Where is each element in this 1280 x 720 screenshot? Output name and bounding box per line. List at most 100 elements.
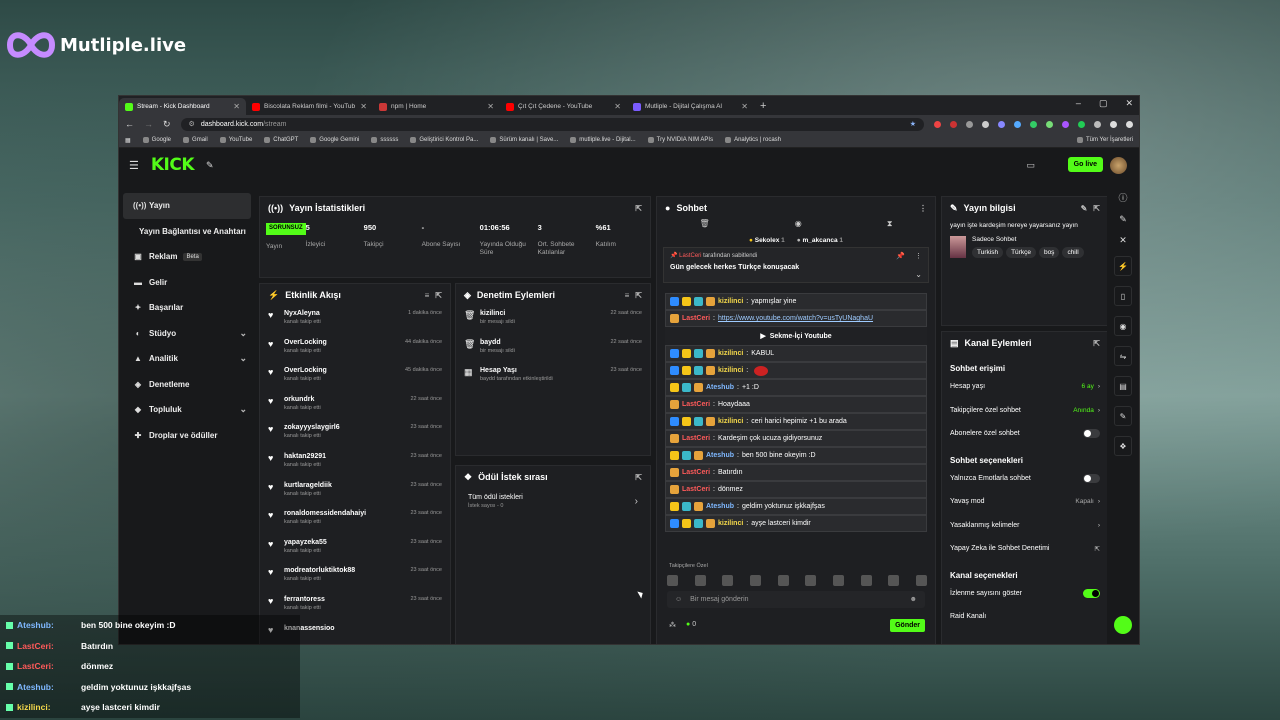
popout-icon[interactable]: ⇱ (1093, 204, 1100, 213)
sidebar-item-denetleme[interactable]: ◈ Denetleme (119, 372, 255, 398)
extension-icon[interactable] (950, 120, 957, 128)
extension-icon[interactable] (1014, 120, 1021, 128)
bookmark-item[interactable]: Gmail (183, 137, 208, 143)
wrench-icon[interactable]: ✎ (1114, 406, 1132, 426)
tab-close-icon[interactable]: ✕ (487, 102, 494, 111)
activity-item[interactable]: ♥ kurtlarageldiik kanalı takip etti 23 saat… (260, 482, 450, 511)
emote-icon[interactable] (694, 575, 706, 586)
bookmark-star-icon[interactable]: ★ (910, 120, 916, 128)
chat-message[interactable]: kizilinci: ayşe lastceri kimdir (665, 515, 927, 532)
profile-icon[interactable] (1110, 120, 1117, 128)
chat-username[interactable]: LastCeri (682, 486, 710, 493)
activity-item[interactable]: ♥ haktan29291 kanalı takip etti 23 saat önc… (260, 453, 450, 482)
popout-icon[interactable]: ⇱ (435, 291, 442, 300)
popout-icon[interactable]: ⇱ (635, 473, 642, 482)
extension-icon[interactable] (1062, 120, 1069, 128)
bookmark-item[interactable]: Google Gemini (310, 137, 359, 143)
activity-item[interactable]: ♥ OverLocking kanalı takip etti 44 dakika ö… (260, 339, 450, 368)
bookmark-item[interactable]: Google (142, 137, 171, 143)
new-tab-button[interactable]: + (754, 100, 772, 112)
chat-username[interactable]: kizilinci (718, 298, 743, 305)
edit-icon[interactable]: ✎ (1119, 214, 1127, 225)
stream-tag[interactable]: chill (1062, 247, 1084, 259)
chat-username[interactable]: Ateshub (706, 384, 734, 391)
browser-tab[interactable]: Mutliple - Dijital Çalışma Al ✕ (627, 98, 754, 115)
chat-message[interactable]: kizilinci: (665, 362, 927, 379)
setting-row[interactable]: İzlenme sayısını göster (942, 582, 1108, 606)
hourglass-icon[interactable]: ⧗ (887, 219, 893, 233)
maximize-icon[interactable]: ▢ (1099, 98, 1108, 109)
extension-icon[interactable] (1030, 120, 1037, 128)
close-icon[interactable]: ✕ (1119, 235, 1127, 246)
emote-icon[interactable] (860, 575, 872, 586)
chat-message[interactable]: LastCeri: https://www.youtube.com/watch?v… (665, 310, 927, 327)
chat-username[interactable]: kizilinci (718, 350, 743, 357)
chat-message[interactable]: kizilinci: KABUL (665, 345, 927, 362)
browser-tab[interactable]: Stream - Kick Dashboard ✕ (119, 98, 246, 115)
chat-message[interactable]: LastCeri: Kardeşim çok ucuza gidiyorsunuz (665, 430, 927, 447)
tab-close-icon[interactable]: ✕ (614, 102, 621, 111)
forward-icon[interactable]: → (144, 119, 153, 129)
setting-row[interactable]: Yasaklanmış kelimeler › (942, 514, 1108, 538)
emote-icon[interactable] (722, 575, 734, 586)
monitor-icon[interactable]: ▭ (1026, 160, 1035, 171)
all-bookmarks[interactable]: Tüm Yer İşaretleri (1076, 137, 1133, 143)
moderation-item[interactable]: ▦ Hesap Yaşı baydd tarafından etkinleştiri… (456, 367, 650, 396)
stream-tag[interactable]: Turkish (972, 247, 1004, 259)
chat-icon[interactable]: ◉ (1114, 316, 1132, 336)
activity-item[interactable]: ♥ NyxAleyna kanalı takip etti 1 dakika önce (260, 310, 450, 339)
close-icon[interactable]: ✕ (1125, 98, 1133, 109)
puzzle-icon[interactable] (1094, 120, 1101, 128)
info-icon[interactable]: ⓘ (1118, 191, 1127, 204)
url-bar[interactable]: ⚙ dashboard.kick.com/stream ★ (180, 117, 924, 131)
external-link-icon[interactable]: ⇱ (1095, 545, 1100, 553)
emote-icon[interactable] (749, 575, 761, 586)
document-icon[interactable]: ▯ (1114, 286, 1132, 306)
chat-username[interactable]: LastCeri (682, 435, 710, 442)
chat-message[interactable]: Ateshub: geldim yoktunuz işkkajfşas (665, 498, 927, 515)
toggle-switch[interactable] (1083, 473, 1100, 483)
activity-item[interactable]: ♥ OverLocking kanalı takip etti 45 dakika ö… (260, 367, 450, 396)
lightning-icon[interactable]: ⚡ (1114, 256, 1132, 276)
setting-row[interactable]: Takipçilere özel sohbet Anında › (942, 399, 1108, 423)
back-icon[interactable]: ← (125, 119, 134, 129)
bookmark-item[interactable]: YouTube (219, 137, 252, 143)
youtube-inline-button[interactable]: ▶ Sekme-İçi Youtube (665, 327, 927, 345)
bookmark-item[interactable]: Sürüm kanalı | Save... (490, 137, 558, 143)
chat-username[interactable]: kizilinci (718, 418, 743, 425)
chat-message[interactable]: Ateshub: ben 500 bine okeyim :D (665, 447, 927, 464)
emote-icon[interactable] (888, 575, 900, 586)
bookmark-item[interactable]: ChatGPT (264, 137, 298, 143)
browser-tab[interactable]: npm | Home ✕ (373, 98, 500, 115)
chevron-down-icon[interactable]: ⌄ (239, 353, 247, 364)
setting-row[interactable]: Raid Kanalı (942, 605, 1108, 629)
moderation-item[interactable]: 🗑 kizilinci bir mesajı sildi 22 saat önce (456, 310, 650, 339)
edit-icon[interactable]: ✎ (1081, 204, 1088, 213)
emote-icon[interactable] (777, 575, 789, 586)
bookmark-item[interactable]: Try NVIDIA NIM APIs (647, 137, 713, 143)
chevron-down-icon[interactable]: ⌄ (915, 270, 922, 279)
popout-icon[interactable]: ⇱ (1093, 339, 1100, 348)
stream-tag[interactable]: boş (1038, 247, 1060, 259)
tab-close-icon[interactable]: ✕ (741, 102, 748, 111)
extension-icon[interactable] (934, 120, 941, 128)
chat-username[interactable]: kizilinci (718, 520, 743, 527)
bookmark-item[interactable]: mutliple.live - Dijital... (570, 137, 636, 143)
emote-icon[interactable] (805, 575, 817, 586)
menu-dots-icon[interactable] (1126, 120, 1133, 128)
top-user[interactable]: ● Sekolex 1 (749, 237, 785, 244)
setting-row[interactable]: Abonelere özel sohbet (942, 422, 1108, 446)
browser-tab[interactable]: Çıt Çıt Çedene - YouTube ✕ (500, 98, 627, 115)
setting-row[interactable]: Yalnızca Emotlarla sohbet (942, 467, 1108, 491)
sidebar-item-gelir[interactable]: ▬ Gelir (119, 270, 255, 296)
activity-item[interactable]: ♥ zokayyyslaygirl6 kanalı takip etti 23 saa… (260, 424, 450, 453)
emote-picker-icon[interactable]: ☻ (910, 596, 917, 603)
sidebar-item-yay-n[interactable]: ((•)) Yayın (123, 193, 251, 219)
go-live-button[interactable]: Go live (1067, 157, 1103, 172)
chat-message[interactable]: LastCeri: dönmez (665, 481, 927, 498)
filter-icon[interactable]: ≡ (425, 291, 430, 300)
stream-tag[interactable]: Türkçe (1006, 247, 1036, 259)
popout-icon[interactable]: ⇱ (635, 291, 642, 300)
clipboard-icon[interactable]: ▤ (1114, 376, 1132, 396)
emote-icon[interactable] (832, 575, 844, 586)
